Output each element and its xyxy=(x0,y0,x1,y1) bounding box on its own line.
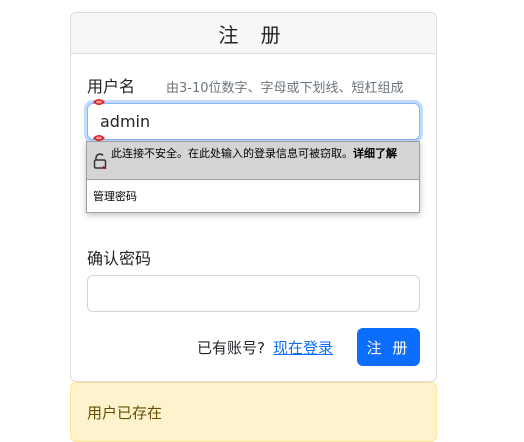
learn-more-link[interactable]: 详细了解 xyxy=(353,147,397,160)
broken-lock-icon xyxy=(93,153,107,169)
register-button[interactable]: 注 册 xyxy=(357,328,420,366)
confirm-password-label: 确认密码 xyxy=(87,249,152,268)
error-alert: 用户已存在 xyxy=(70,382,437,442)
warning-text: 此连接不安全。在此处输入的登录信息可被窃取。 xyxy=(111,147,353,160)
card-title: 注 册 xyxy=(71,13,436,54)
autofill-key-icon xyxy=(93,99,105,105)
username-label: 用户名 xyxy=(87,77,136,96)
alert-message: 用户已存在 xyxy=(87,403,163,422)
autofill-popup: 此连接不安全。在此处输入的登录信息可被窃取。详细了解 管理密码 xyxy=(86,141,420,213)
footer-row: 已有账号? 现在登录 注 册 xyxy=(71,328,420,366)
insecure-warning[interactable]: 此连接不安全。在此处输入的登录信息可被窃取。详细了解 xyxy=(87,142,419,180)
username-hint: 由3-10位数字、字母或下划线、短杠组成 xyxy=(166,81,404,96)
confirm-password-input[interactable] xyxy=(87,275,420,312)
manage-passwords-item[interactable]: 管理密码 xyxy=(87,180,419,212)
login-link[interactable]: 现在登录 xyxy=(273,337,333,358)
have-account-text: 已有账号? xyxy=(197,338,265,357)
username-input[interactable]: admin xyxy=(87,103,420,140)
